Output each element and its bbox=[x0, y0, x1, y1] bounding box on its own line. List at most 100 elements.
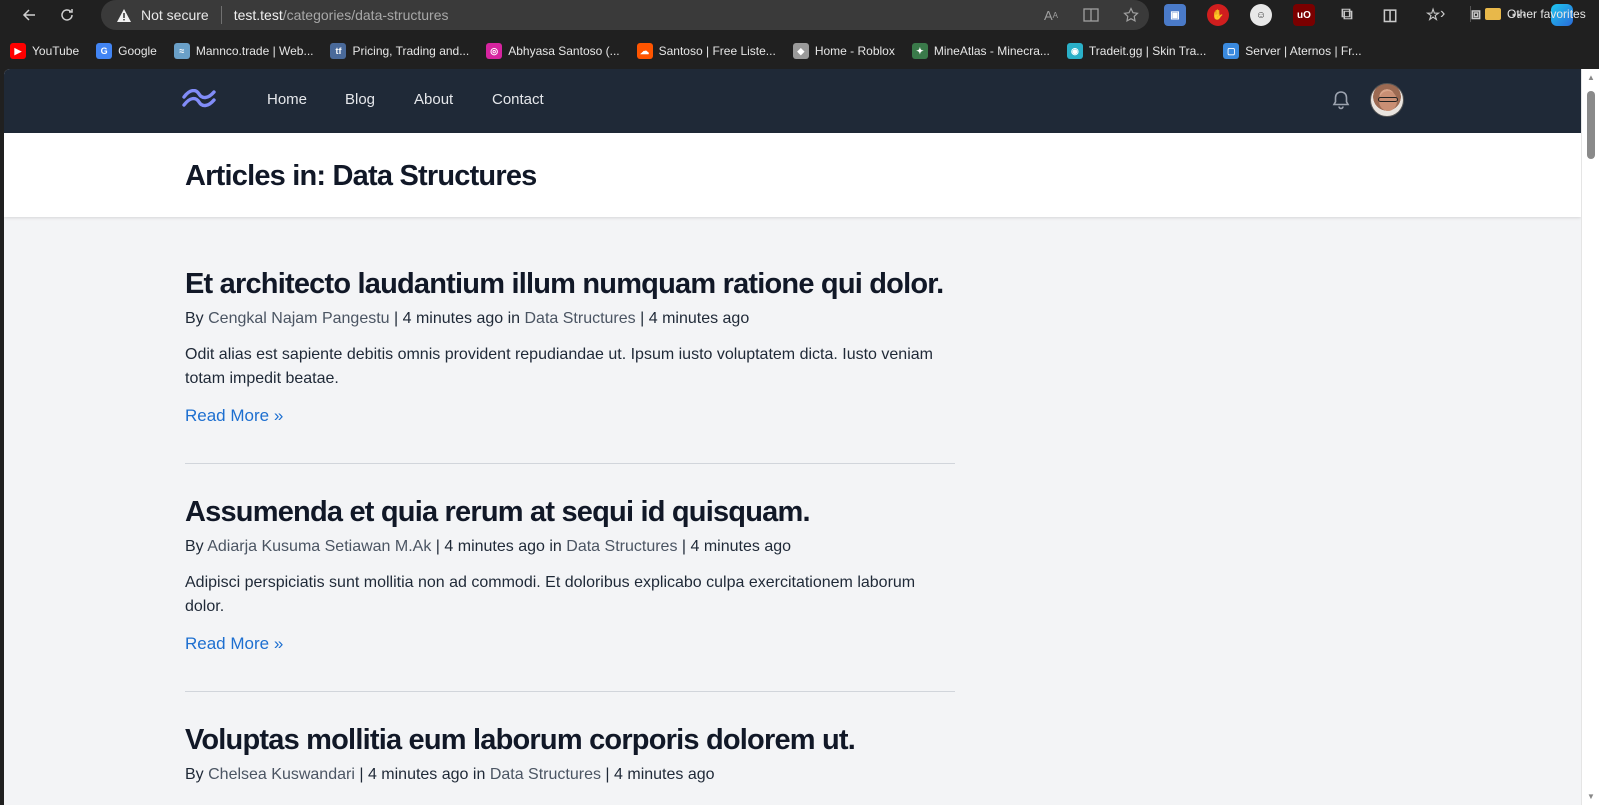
tradeit-icon: ◉ bbox=[1066, 43, 1083, 59]
bookmark-item[interactable]: ▢ Server | Aternos | Fr... bbox=[1223, 43, 1362, 59]
bookmark-label[interactable]: Home - Roblox bbox=[815, 44, 895, 58]
category-link[interactable]: Data Structures bbox=[490, 766, 601, 783]
page-title: Articles in: Data Structures bbox=[185, 160, 537, 192]
meta-sep: | bbox=[435, 538, 440, 555]
author-link[interactable]: Cengkal Najam Pangestu bbox=[208, 310, 389, 327]
profile-extension-icon[interactable]: ☺ bbox=[1250, 4, 1272, 26]
nav-contact[interactable]: Contact bbox=[492, 91, 544, 108]
bookmark-item[interactable]: ▶ YouTube bbox=[10, 43, 79, 59]
avatar[interactable] bbox=[1370, 83, 1404, 117]
immersive-reader-icon[interactable] bbox=[1081, 5, 1101, 25]
youtube-icon: ▶ bbox=[10, 43, 26, 59]
article-title[interactable]: Et architecto laudantium illum numquam r… bbox=[185, 268, 955, 301]
instagram-icon: ◎ bbox=[486, 43, 503, 59]
tf-icon: tf bbox=[330, 43, 347, 59]
read-aloud-icon[interactable]: AA bbox=[1041, 5, 1061, 25]
meta-by: By bbox=[185, 766, 204, 783]
security-label[interactable]: Not secure bbox=[141, 7, 209, 23]
meta-time-2: 4 minutes ago bbox=[648, 310, 750, 327]
bookmark-label[interactable]: Pricing, Trading and... bbox=[352, 44, 469, 58]
article-card: Voluptas mollitia eum laborum corporis d… bbox=[185, 724, 955, 784]
bookmark-item[interactable]: ◎ Abhyasa Santoso (... bbox=[486, 43, 620, 59]
site-navbar: Home Blog About Contact bbox=[4, 69, 1581, 133]
meta-sep: | bbox=[359, 766, 364, 783]
author-link[interactable]: Chelsea Kuswandari bbox=[208, 766, 355, 783]
article-card: Assumenda et quia rerum at sequi id quis… bbox=[185, 496, 955, 654]
meta-time: 4 minutes ago bbox=[402, 310, 504, 327]
meta-in: in bbox=[507, 310, 521, 327]
article-card: Et architecto laudantium illum numquam r… bbox=[185, 268, 955, 426]
scroll-up-arrow-icon[interactable]: ▲ bbox=[1587, 73, 1595, 82]
nav-blog[interactable]: Blog bbox=[345, 91, 375, 108]
meta-by: By bbox=[185, 538, 204, 555]
bookmark-item[interactable]: ≈ Mannco.trade | Web... bbox=[173, 43, 314, 59]
bookmark-item[interactable]: tf Pricing, Trading and... bbox=[330, 43, 469, 59]
meta-time: 4 minutes ago bbox=[444, 538, 545, 555]
bookmark-label[interactable]: Mannco.trade | Web... bbox=[196, 44, 314, 58]
meta-in: in bbox=[472, 766, 486, 783]
bell-icon[interactable] bbox=[1330, 89, 1352, 111]
category-link[interactable]: Data Structures bbox=[566, 538, 677, 555]
read-more-link[interactable]: Read More » bbox=[185, 634, 283, 654]
nav-home[interactable]: Home bbox=[267, 91, 307, 108]
meta-sep: | bbox=[681, 538, 687, 555]
chevron-right-icon[interactable]: › bbox=[1440, 0, 1445, 28]
bookmark-item[interactable]: ☁ Santoso | Free Liste... bbox=[636, 43, 776, 59]
nav-about[interactable]: About bbox=[414, 91, 453, 108]
bookmark-item[interactable]: ◆ Home - Roblox bbox=[792, 43, 895, 59]
avatar-glasses bbox=[1378, 97, 1398, 102]
bookmark-label[interactable]: Santoso | Free Liste... bbox=[659, 44, 776, 58]
url-path[interactable]: /categories/data-structures bbox=[283, 7, 449, 23]
bookmark-item[interactable]: G Google bbox=[96, 43, 157, 59]
mineatlas-icon: ✦ bbox=[911, 43, 928, 59]
bookmark-label[interactable]: Tradeit.gg | Skin Tra... bbox=[1089, 44, 1206, 58]
article-title[interactable]: Assumenda et quia rerum at sequi id quis… bbox=[185, 496, 955, 529]
meta-sep: | bbox=[605, 766, 610, 783]
bookmark-item[interactable]: ◉ Tradeit.gg | Skin Tra... bbox=[1066, 43, 1206, 59]
address-separator bbox=[220, 6, 222, 24]
back-arrow-icon[interactable] bbox=[12, 0, 46, 30]
ublock-extension-icon[interactable]: uO bbox=[1293, 4, 1315, 26]
page-scrollbar[interactable]: ▲ ▼ bbox=[1581, 69, 1599, 805]
article-excerpt: Odit alias est sapiente debitis omnis pr… bbox=[185, 346, 933, 387]
collections-icon[interactable]: ⧈ bbox=[1465, 4, 1487, 26]
bookmark-label[interactable]: Server | Aternos | Fr... bbox=[1245, 44, 1361, 58]
other-favorites[interactable]: Other favorites bbox=[1485, 0, 1586, 28]
url-host[interactable]: test.test bbox=[234, 7, 283, 23]
article-title[interactable]: Voluptas mollitia eum laborum corporis d… bbox=[185, 724, 955, 757]
read-more-link[interactable]: Read More » bbox=[185, 406, 283, 426]
adblock-extension-icon[interactable]: ✋ bbox=[1207, 4, 1229, 26]
address-bar[interactable]: Not secure test.test/categories/data-str… bbox=[101, 0, 1149, 30]
aternos-icon: ▢ bbox=[1223, 43, 1240, 59]
favorite-star-icon[interactable] bbox=[1121, 5, 1141, 25]
screen-capture-extension-icon[interactable]: ▣ bbox=[1164, 4, 1186, 26]
article-meta: By Chelsea Kuswandari | 4 minutes ago in… bbox=[185, 766, 955, 784]
page-header: Articles in: Data Structures bbox=[4, 133, 1581, 217]
bookmarks-divider bbox=[1470, 6, 1471, 22]
other-favorites-label[interactable]: Other favorites bbox=[1507, 7, 1586, 21]
meta-time-2: 4 minutes ago bbox=[614, 766, 715, 783]
reload-icon[interactable] bbox=[50, 0, 84, 30]
scroll-thumb[interactable] bbox=[1587, 91, 1595, 159]
extensions-puzzle-icon[interactable]: ⧉ bbox=[1336, 4, 1358, 26]
bookmark-item[interactable]: ✦ MineAtlas - Minecra... bbox=[911, 43, 1050, 59]
bookmark-label[interactable]: Abhyasa Santoso (... bbox=[508, 44, 619, 58]
scroll-down-arrow-icon[interactable]: ▼ bbox=[1587, 792, 1595, 801]
bookmark-label[interactable]: Google bbox=[118, 44, 157, 58]
article-meta: By Cengkal Najam Pangestu | 4 minutes ag… bbox=[185, 310, 955, 328]
logo-icon[interactable] bbox=[182, 89, 216, 111]
folder-icon bbox=[1485, 8, 1501, 20]
meta-by: By bbox=[185, 310, 204, 327]
category-link[interactable]: Data Structures bbox=[525, 310, 636, 327]
bookmarks-bar: ▶ YouTube G Google ≈ Mannco.trade | Web... tf P… bbox=[0, 37, 1599, 65]
meta-time: 4 minutes ago bbox=[367, 766, 469, 783]
meta-sep: | bbox=[394, 310, 399, 327]
split-screen-icon[interactable]: ◫ bbox=[1379, 4, 1401, 26]
page-viewport: Home Blog About Contact Articles in: Dat… bbox=[4, 69, 1581, 805]
bookmark-label[interactable]: MineAtlas - Minecra... bbox=[934, 44, 1050, 58]
author-link[interactable]: Adiarja Kusuma Setiawan M.Ak bbox=[207, 538, 431, 555]
warning-icon[interactable] bbox=[115, 6, 133, 24]
roblox-icon: ◆ bbox=[792, 43, 809, 59]
bookmark-label[interactable]: YouTube bbox=[32, 44, 79, 58]
meta-sep: | bbox=[640, 310, 645, 327]
